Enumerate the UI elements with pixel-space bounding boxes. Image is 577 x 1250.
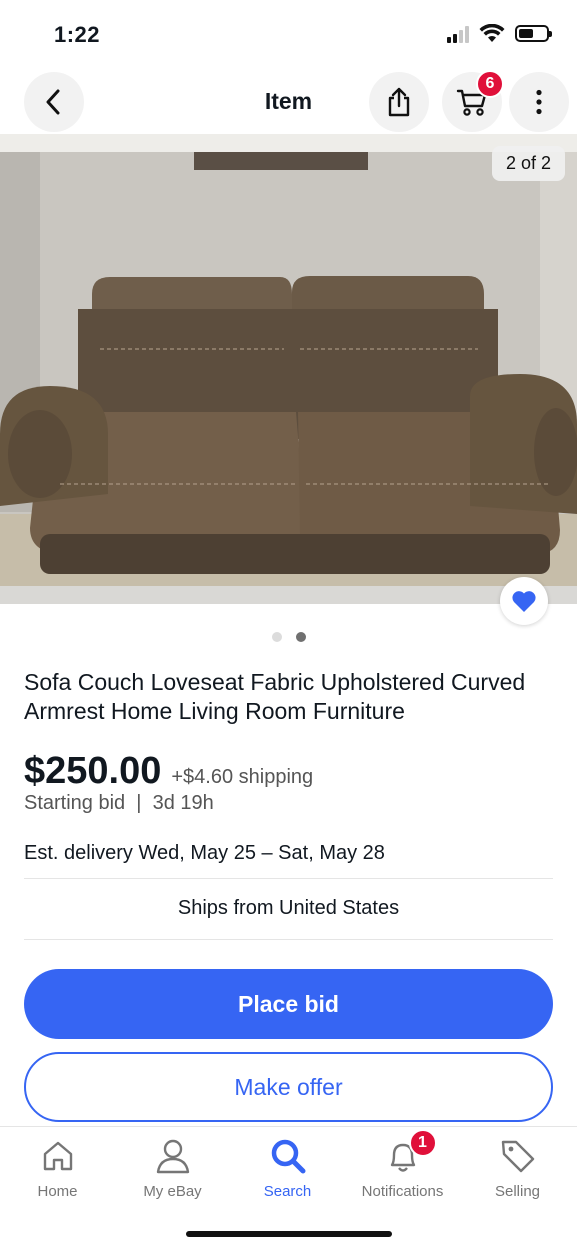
item-image-gallery[interactable]: 2 of 2 bbox=[0, 134, 577, 604]
bid-info: Starting bid | 3d 19h bbox=[24, 792, 214, 814]
wifi-icon bbox=[479, 24, 505, 42]
item-title: Sofa Couch Loveseat Fabric Upholstered C… bbox=[24, 669, 526, 724]
place-bid-button[interactable]: Place bid bbox=[24, 969, 553, 1039]
notification-count-badge: 1 bbox=[408, 1129, 437, 1157]
person-icon bbox=[153, 1135, 193, 1177]
more-options-button[interactable] bbox=[509, 72, 569, 132]
estimated-delivery: Est. delivery Wed, May 25 – Sat, May 28 bbox=[24, 842, 385, 864]
share-button[interactable] bbox=[369, 72, 429, 132]
nav-selling[interactable]: Selling bbox=[460, 1135, 575, 1200]
nav-home-label: Home bbox=[37, 1183, 78, 1200]
item-price: $250.00 bbox=[24, 750, 162, 792]
heart-icon bbox=[512, 590, 536, 612]
cart-count-badge: 6 bbox=[476, 70, 504, 98]
nav-selling-label: Selling bbox=[494, 1183, 541, 1200]
more-vertical-icon bbox=[536, 89, 542, 115]
pagination-dot[interactable] bbox=[271, 632, 282, 642]
bell-icon: 1 bbox=[383, 1129, 437, 1177]
gallery-pagination bbox=[0, 632, 577, 642]
header: Item 6 bbox=[0, 70, 577, 136]
nav-my-ebay[interactable]: My eBay bbox=[115, 1135, 230, 1200]
pagination-dot-active[interactable] bbox=[295, 632, 306, 642]
nav-home[interactable]: Home bbox=[0, 1135, 115, 1200]
home-indicator bbox=[186, 1231, 392, 1237]
nav-search-label: Search bbox=[263, 1183, 312, 1200]
divider bbox=[24, 939, 553, 940]
status-time: 1:22 bbox=[54, 22, 101, 47]
nav-my-ebay-label: My eBay bbox=[143, 1183, 202, 1200]
share-icon bbox=[388, 87, 410, 117]
nav-search[interactable]: Search bbox=[230, 1135, 345, 1200]
status-icons bbox=[447, 24, 552, 43]
ships-from: Ships from United States bbox=[177, 897, 400, 919]
item-photo-sofa bbox=[0, 134, 577, 604]
watch-button[interactable] bbox=[500, 577, 548, 625]
battery-icon bbox=[515, 25, 552, 42]
tag-icon bbox=[498, 1135, 538, 1177]
make-offer-button[interactable]: Make offer bbox=[24, 1052, 553, 1122]
cart-button[interactable]: 6 bbox=[442, 70, 504, 132]
nav-notifications-label: Notifications bbox=[361, 1183, 444, 1200]
image-counter: 2 of 2 bbox=[491, 146, 565, 181]
nav-notifications[interactable]: 1 Notifications bbox=[345, 1129, 460, 1200]
status-bar: 1:22 bbox=[0, 0, 577, 70]
home-icon bbox=[38, 1135, 78, 1177]
price-row: $250.00 +$4.60 shipping bbox=[24, 750, 313, 793]
shipping-cost: +$4.60 shipping bbox=[171, 766, 314, 788]
search-icon bbox=[268, 1135, 308, 1177]
signal-icon bbox=[447, 25, 469, 43]
divider bbox=[24, 878, 553, 879]
